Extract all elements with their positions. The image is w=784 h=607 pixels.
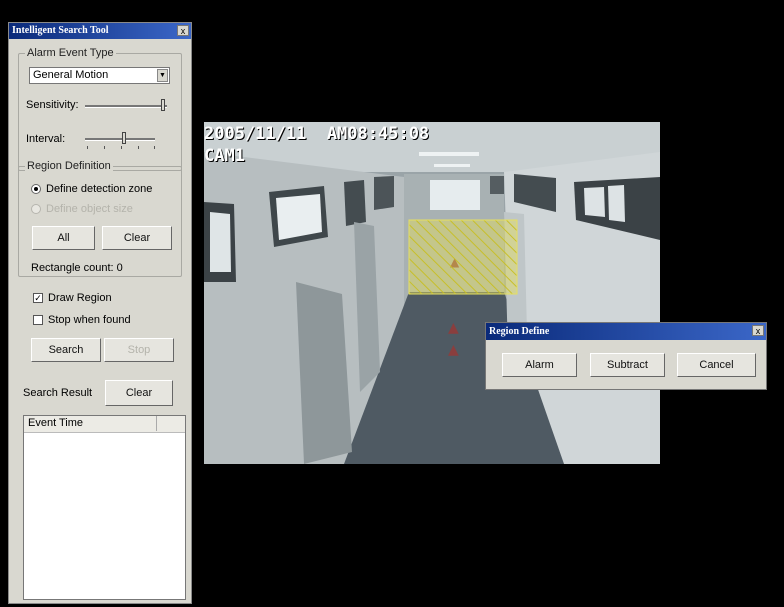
region-definition-group: Region Definition Define detection zone …	[18, 160, 182, 277]
cancel-button[interactable]: Cancel	[677, 353, 756, 377]
sensitivity-slider[interactable]	[85, 105, 167, 108]
rectangle-count: Rectangle count: 0	[31, 262, 123, 274]
clear-region-button[interactable]: Clear	[102, 226, 172, 250]
camera-video-frame[interactable]: ▲ ▲ ▲ 2005/11/11 AM08:45:08 CAM1	[204, 122, 660, 464]
subtract-button[interactable]: Subtract	[590, 353, 665, 377]
alarm-event-type-value: General Motion	[33, 69, 109, 81]
alarm-event-type-group: Alarm Event Type General Motion ▼ Sensit…	[18, 47, 182, 171]
define-object-size-label: Define object size	[46, 203, 133, 215]
stop-button: Stop	[104, 338, 174, 362]
svg-text:▲: ▲	[448, 342, 459, 358]
interval-tick	[104, 146, 105, 149]
event-time-column-header[interactable]: Event Time	[24, 416, 157, 431]
search-button[interactable]: Search	[31, 338, 101, 362]
interval-slider[interactable]	[85, 138, 155, 141]
close-icon[interactable]: x	[177, 25, 189, 36]
define-detection-zone-radio[interactable]	[31, 184, 41, 194]
panel-titlebar[interactable]: Intelligent Search Tool x	[9, 23, 191, 39]
interval-tick	[121, 146, 122, 149]
camera-label: CAM1	[204, 146, 245, 166]
hallway-scene: ▲ ▲ ▲	[204, 122, 660, 464]
stop-when-found-checkbox[interactable]	[33, 315, 43, 325]
close-icon[interactable]: x	[752, 325, 764, 336]
define-object-size-radio	[31, 204, 41, 214]
interval-slider-thumb[interactable]	[122, 132, 126, 144]
interval-tick	[138, 146, 139, 149]
search-result-label: Search Result	[23, 387, 93, 399]
interval-tick	[87, 146, 88, 149]
stop-when-found-label[interactable]: Stop when found	[48, 314, 131, 326]
alarm-button[interactable]: Alarm	[502, 353, 577, 377]
define-detection-zone-label[interactable]: Define detection zone	[46, 183, 152, 195]
draw-region-checkbox[interactable]: ✓	[33, 293, 43, 303]
dialog-title: Region Define	[489, 326, 550, 337]
region-definition-label: Region Definition	[25, 160, 113, 172]
detection-zone-rectangle[interactable]	[408, 219, 518, 295]
sensitivity-slider-thumb[interactable]	[161, 99, 165, 111]
intelligent-search-tool-panel: Intelligent Search Tool x Alarm Event Ty…	[8, 22, 192, 604]
video-timestamp: 2005/11/11 AM08:45:08	[204, 124, 430, 144]
chevron-down-icon[interactable]: ▼	[157, 69, 168, 82]
svg-text:▲: ▲	[448, 320, 459, 336]
interval-tick	[154, 146, 155, 149]
search-result-clear-button[interactable]: Clear	[105, 380, 173, 406]
dialog-titlebar[interactable]: Region Define x	[486, 323, 766, 340]
draw-region-label[interactable]: Draw Region	[48, 292, 112, 304]
all-button[interactable]: All	[32, 226, 95, 250]
event-list-header: Event Time	[24, 416, 185, 433]
alarm-event-type-select[interactable]: General Motion ▼	[29, 67, 170, 84]
panel-title: Intelligent Search Tool	[12, 25, 109, 36]
sensitivity-label: Sensitivity:	[26, 99, 79, 111]
alarm-event-type-label: Alarm Event Type	[25, 47, 116, 59]
event-list[interactable]: Event Time	[23, 415, 186, 600]
region-define-dialog: Region Define x Alarm Subtract Cancel	[485, 322, 767, 390]
interval-label: Interval:	[26, 133, 66, 145]
